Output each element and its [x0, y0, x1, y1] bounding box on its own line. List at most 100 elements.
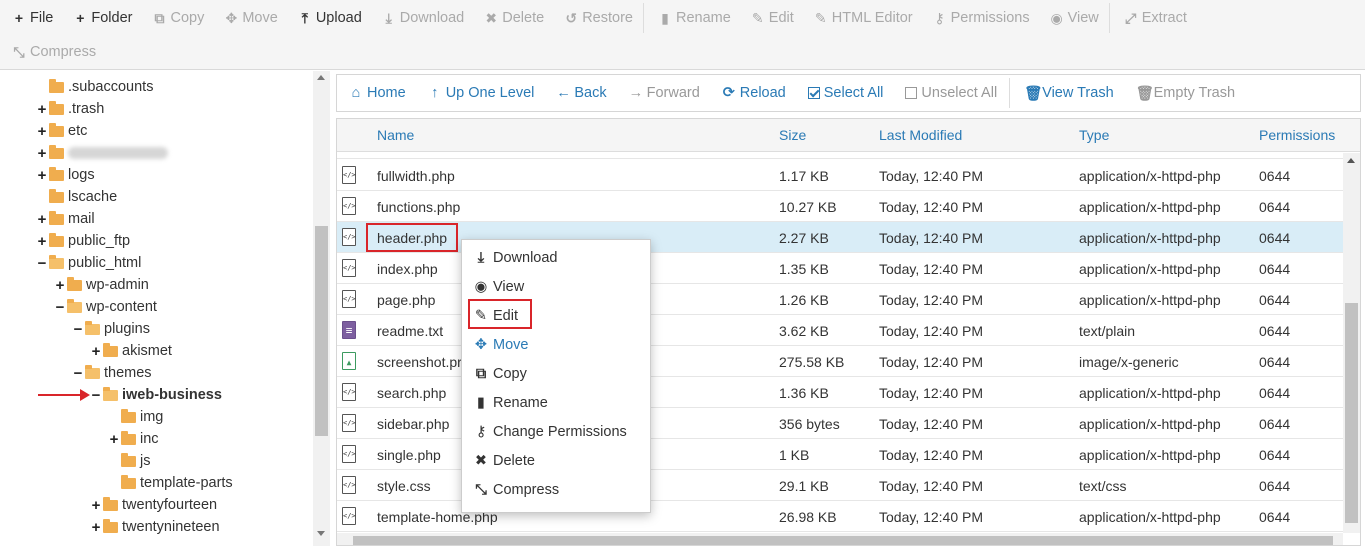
context-menu-download[interactable]: ⤓ Download: [474, 247, 558, 269]
tree-item[interactable]: + mail: [37, 208, 95, 230]
compress-button[interactable]: ⤡ Compress: [0, 37, 104, 67]
tree-item[interactable]: − wp-content: [55, 296, 157, 318]
folder-icon: [121, 474, 136, 489]
reload-button[interactable]: ⟳ Reload: [710, 85, 796, 101]
expand-icon[interactable]: +: [37, 101, 47, 118]
collapse-icon[interactable]: −: [37, 255, 47, 272]
scroll-down-icon[interactable]: [317, 531, 325, 536]
tree-item[interactable]: + wp-admin: [55, 274, 149, 296]
column-header-permissions[interactable]: Permissions: [1259, 127, 1335, 143]
table-row[interactable]: functions.php 10.27 KB Today, 12:40 PM appl…: [337, 191, 1343, 222]
tree-item[interactable]: + twentyfourteen: [91, 494, 217, 516]
unselect-all-button[interactable]: Unselect All: [893, 85, 1007, 101]
table-scroll-thumb[interactable]: [1345, 303, 1358, 523]
column-header-name[interactable]: Name: [377, 127, 414, 143]
upload-button[interactable]: ⤒ Upload: [286, 3, 370, 33]
expand-icon[interactable]: +: [37, 123, 47, 140]
permissions-button[interactable]: ⚷ Permissions: [921, 3, 1038, 33]
cell-size: 26.98 KB: [779, 509, 837, 525]
context-menu-move[interactable]: ✥ Move: [474, 334, 529, 356]
expand-icon[interactable]: +: [91, 497, 101, 514]
code-file-icon: [342, 290, 356, 308]
collapse-icon[interactable]: −: [73, 321, 83, 338]
download-button[interactable]: ⤓ Download: [370, 3, 473, 33]
code-file-icon: [342, 507, 356, 525]
html-editor-label: HTML Editor: [831, 10, 913, 26]
collapse-icon[interactable]: −: [73, 365, 83, 382]
tree-item[interactable]: + public_ftp: [37, 230, 130, 252]
column-header-type[interactable]: Type: [1079, 127, 1109, 143]
tree-item[interactable]: +: [37, 142, 168, 164]
expand-icon[interactable]: +: [109, 431, 119, 448]
delete-button[interactable]: ✖ Delete: [472, 3, 552, 33]
back-button[interactable]: ← Back: [544, 85, 616, 101]
expand-icon[interactable]: +: [37, 167, 47, 184]
view-button[interactable]: ◉ View: [1038, 3, 1107, 33]
cell-type: application/x-httpd-php: [1079, 230, 1221, 246]
copy-button[interactable]: ⧉ Copy: [140, 3, 212, 33]
home-button[interactable]: ⌂ Home: [337, 85, 416, 101]
collapse-icon[interactable]: −: [55, 299, 65, 316]
cell-perms: 0644: [1259, 509, 1291, 525]
expand-icon[interactable]: +: [55, 277, 65, 294]
tree-scroll-thumb[interactable]: [315, 226, 328, 436]
context-menu-label: Compress: [493, 482, 560, 498]
move-button[interactable]: ✥ Move: [212, 3, 285, 33]
forward-button[interactable]: → Forward: [617, 85, 710, 101]
scroll-up-icon[interactable]: [1347, 158, 1355, 163]
tree-item[interactable]: − themes: [73, 362, 152, 384]
context-menu-delete[interactable]: ✖ Delete: [474, 450, 535, 472]
cell-modified: Today, 12:40 PM: [879, 168, 984, 184]
tree-scrollbar[interactable]: [313, 71, 330, 546]
table-vertical-scrollbar[interactable]: [1343, 153, 1360, 533]
expand-icon[interactable]: +: [91, 519, 101, 536]
expand-icon[interactable]: +: [37, 145, 47, 162]
tree-item[interactable]: − iweb-business: [91, 384, 222, 406]
table-horizontal-scrollbar[interactable]: [337, 533, 1343, 545]
select-all-button[interactable]: Select All: [796, 85, 894, 101]
tree-item[interactable]: + .trash: [37, 98, 104, 120]
annotation-arrow: [38, 389, 90, 401]
expand-icon[interactable]: +: [37, 211, 47, 228]
scroll-up-icon[interactable]: [317, 75, 325, 80]
context-menu-compress[interactable]: ⤡ Compress: [474, 479, 559, 501]
tree-item[interactable]: img: [109, 406, 163, 428]
cell-perms: 0644: [1259, 292, 1291, 308]
tree-item[interactable]: − public_html: [37, 252, 141, 274]
tree-item[interactable]: − plugins: [73, 318, 150, 340]
folder-icon: [49, 100, 64, 115]
tree-item[interactable]: .subaccounts: [37, 76, 153, 98]
empty-trash-button[interactable]: 🗑 Empty Trash: [1124, 85, 1245, 102]
toolbar-separator: [1108, 3, 1110, 33]
file-button[interactable]: + File: [0, 3, 61, 33]
context-menu-view[interactable]: ◉ View: [474, 276, 525, 298]
folder-button[interactable]: + Folder: [61, 3, 140, 33]
context-menu-change-permissions[interactable]: ⚷ Change Permissions: [474, 421, 627, 443]
table-hscroll-thumb[interactable]: [353, 536, 1333, 545]
rename-button[interactable]: ▮ Rename: [646, 3, 739, 33]
code-file-icon: [342, 445, 356, 463]
tree-item[interactable]: + akismet: [91, 340, 172, 362]
collapse-icon[interactable]: −: [91, 387, 101, 404]
view-trash-button[interactable]: 🗑 View Trash: [1012, 85, 1123, 102]
html-editor-button[interactable]: ✎ HTML Editor: [802, 3, 921, 33]
tree-item[interactable]: + inc: [109, 428, 159, 450]
tree-item[interactable]: + twentynineteen: [91, 516, 220, 538]
restore-button[interactable]: ↺ Restore: [552, 3, 641, 33]
table-row[interactable]: fullwidth.php 1.17 KB Today, 12:40 PM appli…: [337, 160, 1343, 191]
cell-perms: 0644: [1259, 261, 1291, 277]
tree-item[interactable]: + etc: [37, 120, 87, 142]
edit-button[interactable]: ✎ Edit: [739, 3, 802, 33]
column-header-size[interactable]: Size: [779, 127, 806, 143]
expand-icon[interactable]: +: [91, 343, 101, 360]
expand-icon[interactable]: +: [37, 233, 47, 250]
tree-item[interactable]: + logs: [37, 164, 95, 186]
context-menu-rename[interactable]: ▮ Rename: [474, 392, 548, 414]
context-menu-copy[interactable]: ⧉ Copy: [474, 363, 527, 385]
tree-item[interactable]: lscache: [37, 186, 117, 208]
extract-button[interactable]: ⤢ Extract: [1112, 3, 1195, 33]
tree-item[interactable]: template-parts: [109, 472, 233, 494]
tree-item[interactable]: js: [109, 450, 150, 472]
column-header-last-modified[interactable]: Last Modified: [879, 127, 962, 143]
up-one-level-button[interactable]: ↑ Up One Level: [416, 85, 545, 101]
